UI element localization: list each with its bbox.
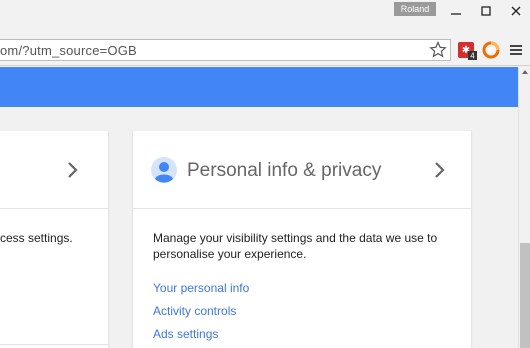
left-card[interactable]: cess settings. <box>0 131 108 348</box>
url-text[interactable]: om/?utm_source=OGB <box>0 43 137 58</box>
orange-swirl-extension-icon[interactable] <box>481 40 501 60</box>
card-divider <box>133 208 471 209</box>
card-description-fragment: cess settings. <box>0 231 73 245</box>
card-description: Manage your visibility settings and the … <box>153 231 438 261</box>
maximize-icon <box>481 6 491 16</box>
address-bar[interactable]: om/?utm_source=OGB <box>0 39 451 61</box>
your-personal-info-link[interactable]: Your personal info <box>153 281 249 295</box>
scroll-up-arrow-icon[interactable] <box>520 67 530 77</box>
minimize-button[interactable] <box>440 0 472 22</box>
bookmark-star-icon[interactable] <box>428 40 448 60</box>
page-header-bar <box>0 67 518 107</box>
minimize-icon <box>451 13 461 15</box>
person-avatar-icon <box>151 157 177 183</box>
close-icon <box>511 6 521 16</box>
vertical-scrollbar[interactable] <box>518 67 530 348</box>
title-bar: Roland <box>0 0 530 36</box>
personal-info-privacy-card[interactable]: Personal info & privacy Manage your visi… <box>133 131 471 348</box>
toolbar: om/?utm_source=OGB <box>0 36 530 66</box>
chevron-right-icon[interactable] <box>66 161 80 179</box>
hamburger-menu-icon[interactable] <box>506 40 526 60</box>
chevron-right-icon[interactable] <box>433 161 447 179</box>
ads-settings-link[interactable]: Ads settings <box>153 327 218 341</box>
red-extension-icon[interactable]: ✱ 4 <box>457 40 477 60</box>
scrollbar-thumb[interactable] <box>520 243 530 348</box>
profile-name-badge[interactable]: Roland <box>394 2 436 16</box>
close-button[interactable] <box>500 0 530 22</box>
card-divider <box>0 344 108 345</box>
card-title[interactable]: Personal info & privacy <box>187 160 381 182</box>
card-divider <box>0 208 108 209</box>
extension-badge-count: 4 <box>470 52 475 61</box>
maximize-button[interactable] <box>470 0 502 22</box>
activity-controls-link[interactable]: Activity controls <box>153 304 236 318</box>
